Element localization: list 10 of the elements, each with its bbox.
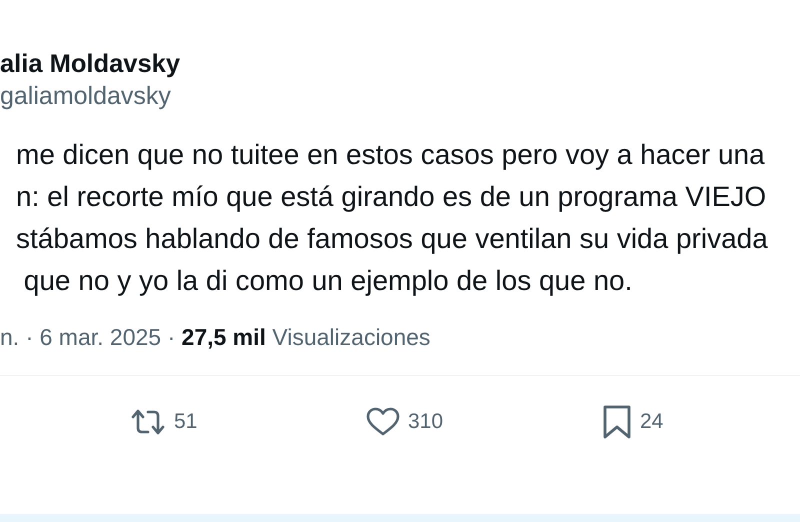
repost-icon: [130, 408, 166, 436]
post-meta: n. · 6 mar. 2025 · 27,5 mil Visualizaciones: [0, 324, 430, 351]
repost-button[interactable]: 51: [130, 408, 366, 436]
author-handle[interactable]: galiamoldavsky: [0, 80, 171, 112]
like-button[interactable]: 310: [366, 407, 602, 437]
bookmark-button[interactable]: 24: [602, 405, 664, 439]
author-name[interactable]: alia Moldavsky: [0, 48, 180, 80]
bookmark-icon: [602, 405, 632, 439]
post-text: me dicen que no tuitee en estos casos pero voy a hacer una n: el recorte mío que está girando es de un programa VIEJO stábamos hablando de famosos que ventilan su vida privada que no y yo la di como un ejemplo de los que no.: [16, 138, 768, 298]
heart-icon: [366, 407, 400, 437]
